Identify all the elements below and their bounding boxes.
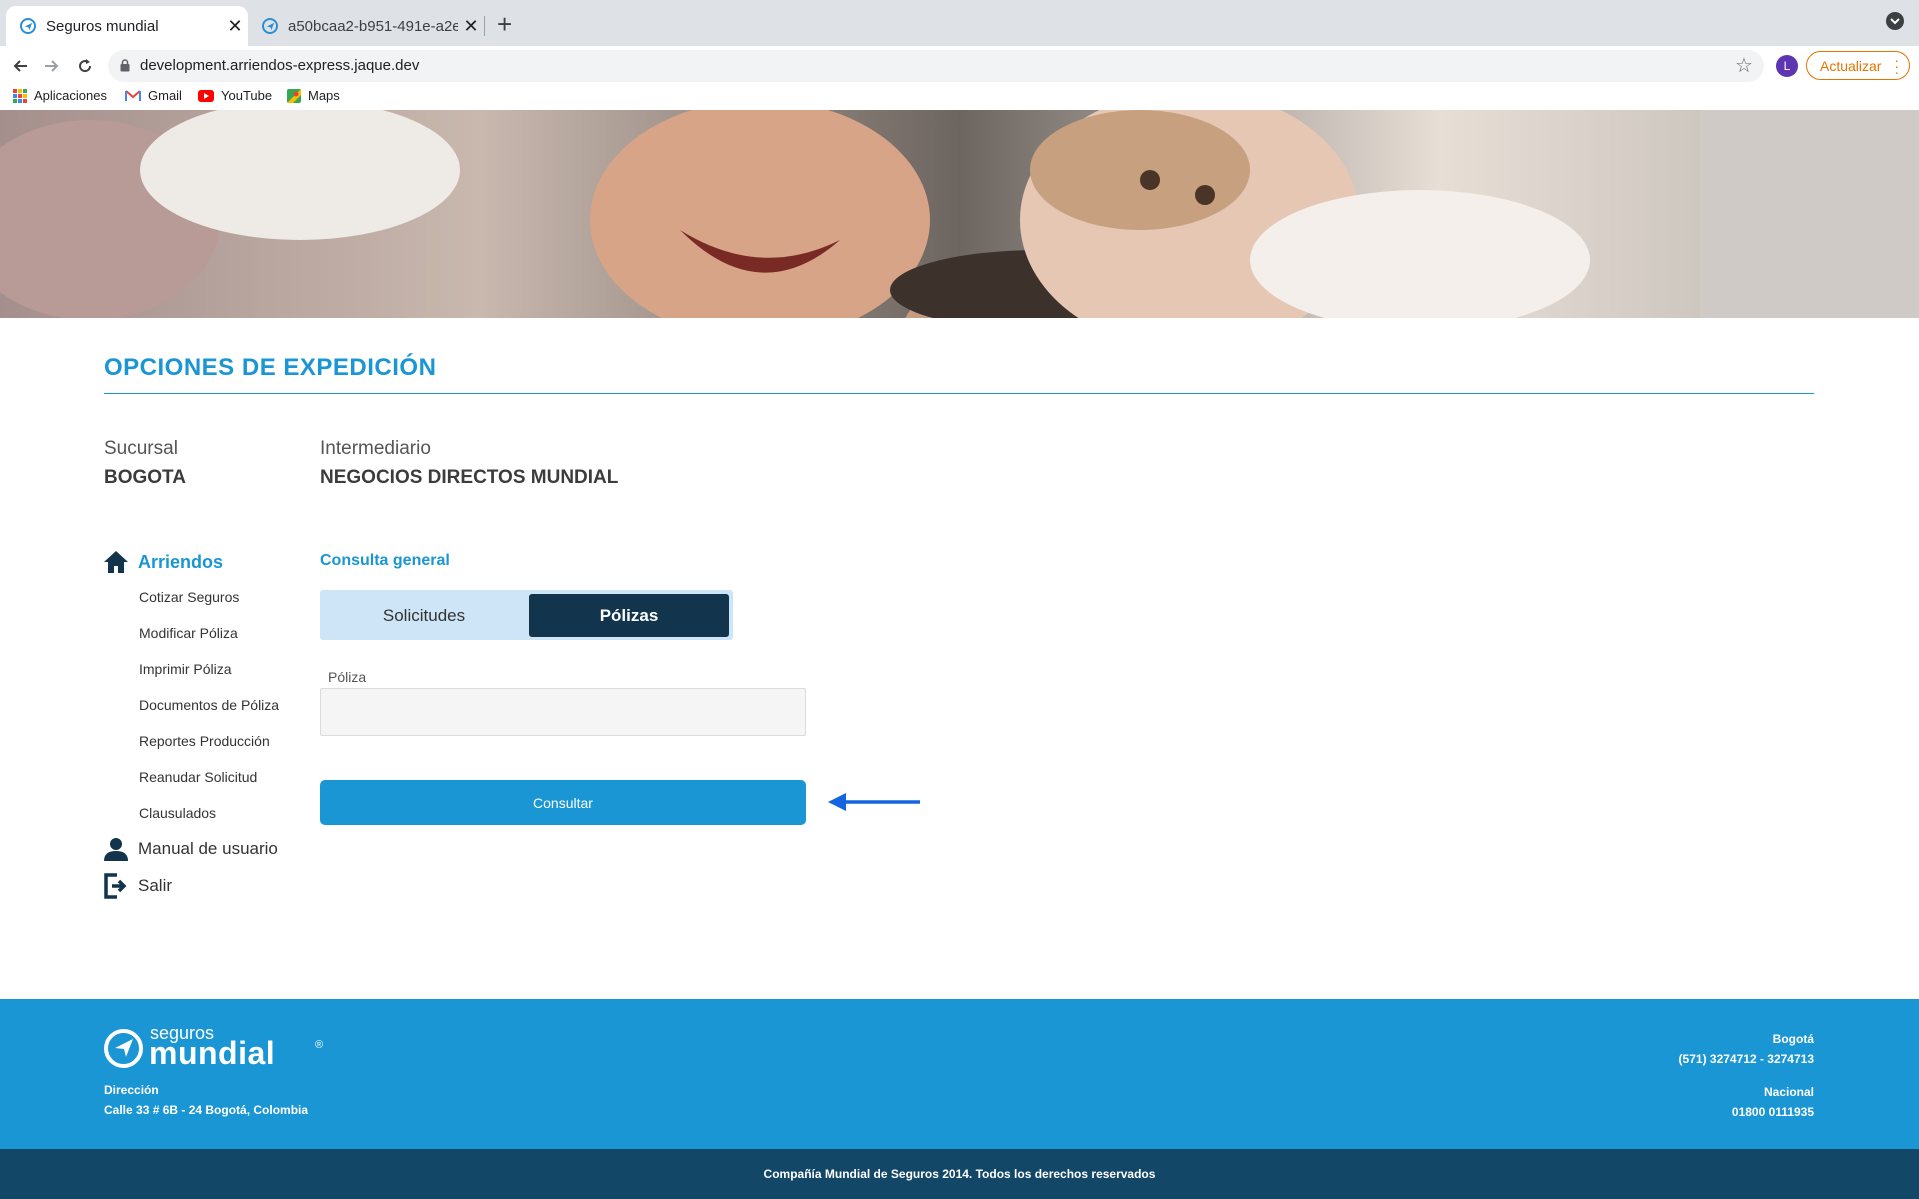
footer: seguros mundial ® Dirección Calle 33 # 6… — [0, 999, 1919, 1149]
sidebar-item-clausulados[interactable]: Clausulados — [139, 805, 216, 821]
logo-plane-icon — [104, 1028, 143, 1068]
close-tab-icon[interactable]: ✕ — [458, 16, 484, 37]
bookmark-star-icon[interactable]: ☆ — [1735, 53, 1753, 78]
sidebar-item-modificar[interactable]: Modificar Póliza — [139, 625, 238, 641]
logo-registered-mark: ® — [315, 1039, 324, 1051]
site-favicon-icon — [20, 18, 36, 34]
address-bar[interactable]: development.arriendos-express.jaque.dev … — [108, 50, 1764, 82]
lock-icon — [120, 59, 130, 72]
close-tab-icon[interactable]: ✕ — [222, 16, 248, 37]
bookmarks-bar: Aplicaciones Gmail YouTube Maps — [0, 86, 1919, 110]
city-label: Bogotá — [1772, 1032, 1814, 1046]
bookmark-label: Gmail — [148, 88, 182, 103]
bookmark-label: YouTube — [221, 88, 273, 103]
hero-family-photo — [0, 110, 1919, 318]
logout-icon — [104, 873, 127, 899]
national-label: Nacional — [1763, 1085, 1814, 1099]
browser-tab-bar: Seguros mundial ✕ a50bcaa2-b951-491e-a2e… — [0, 0, 1919, 46]
annotation-arrow-icon — [828, 793, 920, 811]
tab-solicitudes[interactable]: Solicitudes — [324, 594, 524, 637]
browser-tab-active[interactable]: Seguros mundial ✕ — [6, 6, 248, 46]
sidebar-item-cotizar[interactable]: Cotizar Seguros — [139, 589, 239, 605]
consulta-type-toggle: Solicitudes Pólizas — [320, 590, 733, 640]
site-favicon-icon — [262, 18, 278, 34]
tab-polizas[interactable]: Pólizas — [529, 594, 729, 637]
page-title: OPCIONES DE EXPEDICIÓN — [104, 354, 437, 381]
copyright-bar: Compañía Mundial de Seguros 2014. Todos … — [0, 1149, 1919, 1199]
home-icon — [104, 551, 128, 573]
update-button[interactable]: Actualizar · · · — [1806, 51, 1910, 80]
back-icon[interactable] — [8, 54, 32, 78]
sidebar-item-manual[interactable]: Manual de usuario — [104, 837, 278, 861]
update-label: Actualizar — [1820, 57, 1882, 74]
branch-label: Sucursal — [104, 438, 178, 459]
sidebar-section-label: Arriendos — [138, 551, 224, 572]
tab-separator — [484, 16, 485, 36]
manual-label: Manual de usuario — [138, 839, 278, 858]
tab-title: Seguros mundial — [46, 17, 159, 35]
address-label: Dirección — [104, 1083, 159, 1097]
bookmark-youtube[interactable]: YouTube — [198, 88, 272, 103]
sidebar-item-documentos[interactable]: Documentos de Póliza — [139, 697, 279, 713]
consultar-button[interactable]: Consultar — [320, 780, 806, 825]
reload-icon[interactable] — [73, 54, 97, 78]
intermediary-value: NEGOCIOS DIRECTOS MUNDIAL — [320, 467, 619, 488]
logout-label: Salir — [138, 876, 173, 895]
maps-icon — [287, 88, 301, 103]
logo-main-text: mundial — [149, 1035, 276, 1071]
youtube-icon — [198, 89, 214, 102]
gmail-icon — [125, 89, 141, 101]
tab-search-icon[interactable] — [1886, 12, 1904, 30]
tab-title: a50bcaa2-b951-491e-a2e7-8f — [288, 17, 458, 35]
poliza-input[interactable] — [320, 688, 806, 736]
browser-tab-inactive[interactable]: a50bcaa2-b951-491e-a2e7-8f ✕ — [248, 6, 484, 46]
bookmark-label: Aplicaciones — [34, 88, 107, 103]
national-phone: 01800 0111935 — [1731, 1105, 1814, 1119]
consulta-section-title: Consulta general — [320, 552, 450, 569]
sidebar-item-salir[interactable]: Salir — [104, 873, 172, 899]
apps-grid-icon — [13, 88, 27, 103]
branch-value: BOGOTA — [104, 467, 186, 488]
poliza-field-label: Póliza — [328, 669, 367, 685]
bookmark-maps[interactable]: Maps — [287, 88, 340, 103]
sidebar-item-arriendos[interactable]: Arriendos — [104, 551, 223, 573]
browser-toolbar: development.arriendos-express.jaque.dev … — [0, 46, 1919, 86]
bookmark-apps[interactable]: Aplicaciones — [13, 88, 107, 103]
bookmark-gmail[interactable]: Gmail — [125, 88, 182, 103]
sidebar-item-imprimir[interactable]: Imprimir Póliza — [139, 661, 232, 677]
url-text: development.arriendos-express.jaque.dev — [140, 57, 420, 74]
user-icon — [104, 838, 128, 861]
address-value: Calle 33 # 6B - 24 Bogotá, Colombia — [104, 1103, 309, 1117]
menu-dots-icon: · · · — [1894, 52, 1899, 80]
bookmark-label: Maps — [308, 88, 340, 103]
profile-avatar[interactable]: L — [1776, 55, 1798, 77]
forward-icon[interactable] — [40, 54, 64, 78]
intermediary-label: Intermediario — [320, 438, 431, 459]
sidebar-item-reanudar[interactable]: Reanudar Solicitud — [139, 769, 257, 785]
city-phone: (571) 3274712 - 3274713 — [1678, 1052, 1814, 1066]
sidebar-item-reportes[interactable]: Reportes Producción — [139, 733, 270, 749]
copyright-text: Compañía Mundial de Seguros 2014. Todos … — [763, 1167, 1156, 1181]
seguros-mundial-logo[interactable]: seguros mundial ® — [104, 1023, 323, 1071]
new-tab-icon[interactable]: + — [497, 10, 512, 38]
title-divider — [104, 393, 1814, 394]
